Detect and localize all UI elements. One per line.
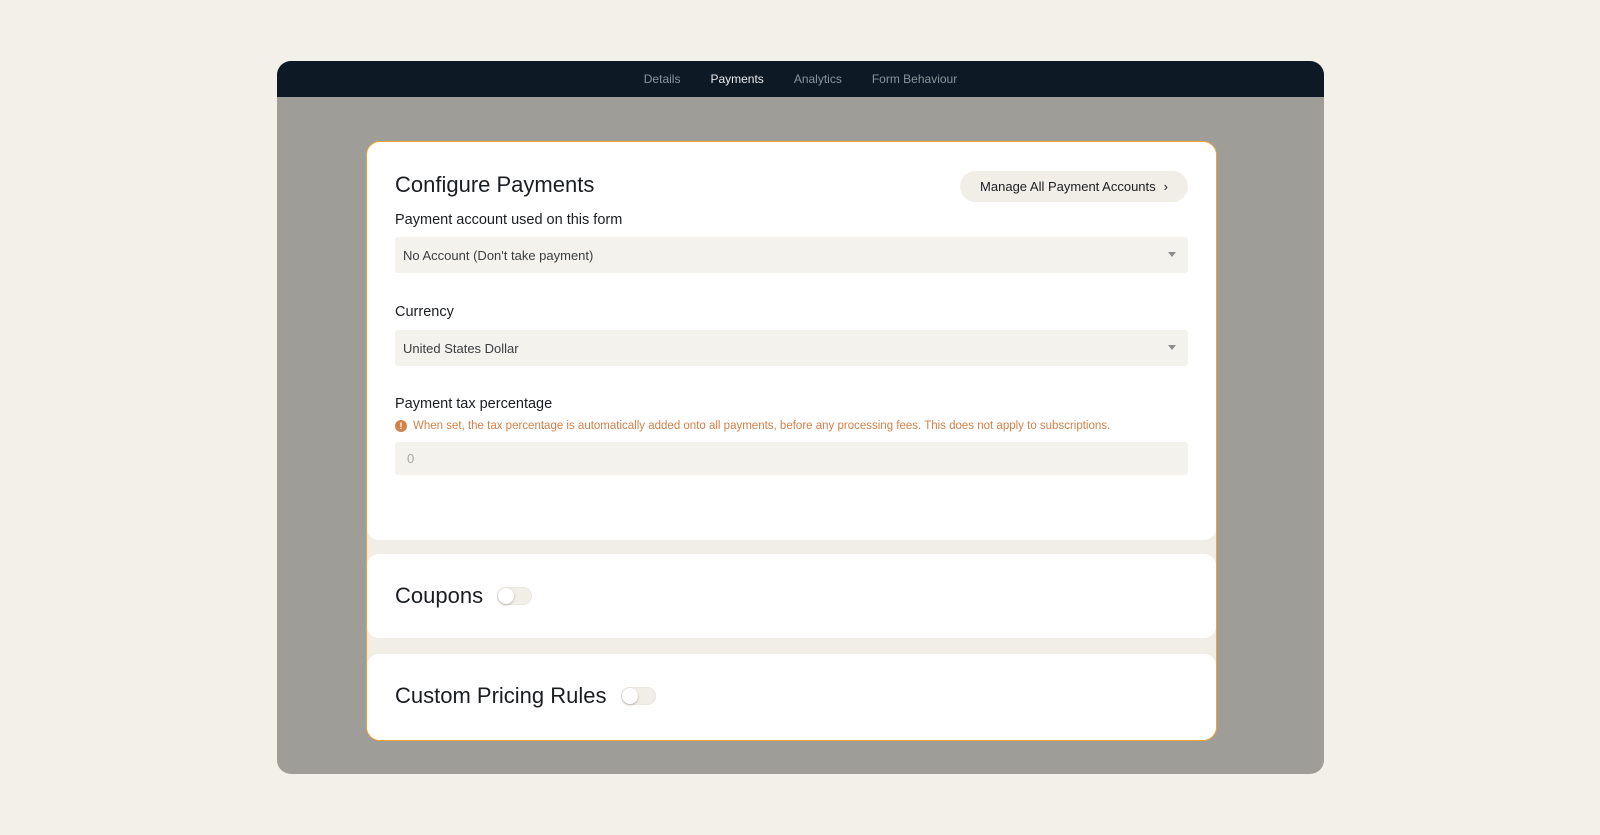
tax-info-message: ! When set, the tax percentage is automa… [395,420,1110,432]
info-icon: ! [395,420,407,432]
currency-value: United States Dollar [403,340,519,356]
payments-card: Configure Payments Manage All Payment Ac… [366,141,1217,741]
tab-analytics[interactable]: Analytics [794,72,842,86]
payment-account-label: Payment account used on this form [395,212,623,228]
tab-details[interactable]: Details [644,72,681,86]
payment-account-select[interactable]: No Account (Don't take payment) [395,237,1188,273]
toggle-knob [621,688,638,704]
tab-payments[interactable]: Payments [710,72,763,86]
configure-payments-title: Configure Payments [395,172,595,197]
payment-account-value: No Account (Don't take payment) [403,247,594,263]
manage-payment-accounts-button[interactable]: Manage All Payment Accounts › [960,171,1188,202]
coupons-header: Coupons [395,583,533,609]
tax-info-text: When set, the tax percentage is automati… [413,420,1111,432]
coupons-toggle[interactable] [497,587,533,605]
tax-percentage-input[interactable] [395,442,1188,475]
coupons-section: Coupons [367,554,1216,638]
coupons-title: Coupons [395,583,484,608]
manage-payment-accounts-label: Manage All Payment Accounts [980,179,1156,194]
chevron-right-icon: › [1163,179,1168,194]
caret-down-icon [1168,345,1176,350]
custom-pricing-section: Custom Pricing Rules [367,654,1216,740]
currency-select[interactable]: United States Dollar [395,330,1188,366]
tax-percentage-label: Payment tax percentage [395,396,553,412]
caret-down-icon [1168,252,1176,257]
app-window: Details Payments Analytics Form Behaviou… [277,61,1324,774]
custom-pricing-toggle[interactable] [620,687,656,705]
configure-payments-section: Configure Payments Manage All Payment Ac… [367,142,1216,540]
custom-pricing-title: Custom Pricing Rules [395,683,607,708]
custom-pricing-header: Custom Pricing Rules [395,683,656,709]
currency-label: Currency [395,304,454,320]
top-nav: Details Payments Analytics Form Behaviou… [277,61,1324,97]
toggle-knob [498,588,515,604]
tab-form-behaviour[interactable]: Form Behaviour [872,72,957,86]
